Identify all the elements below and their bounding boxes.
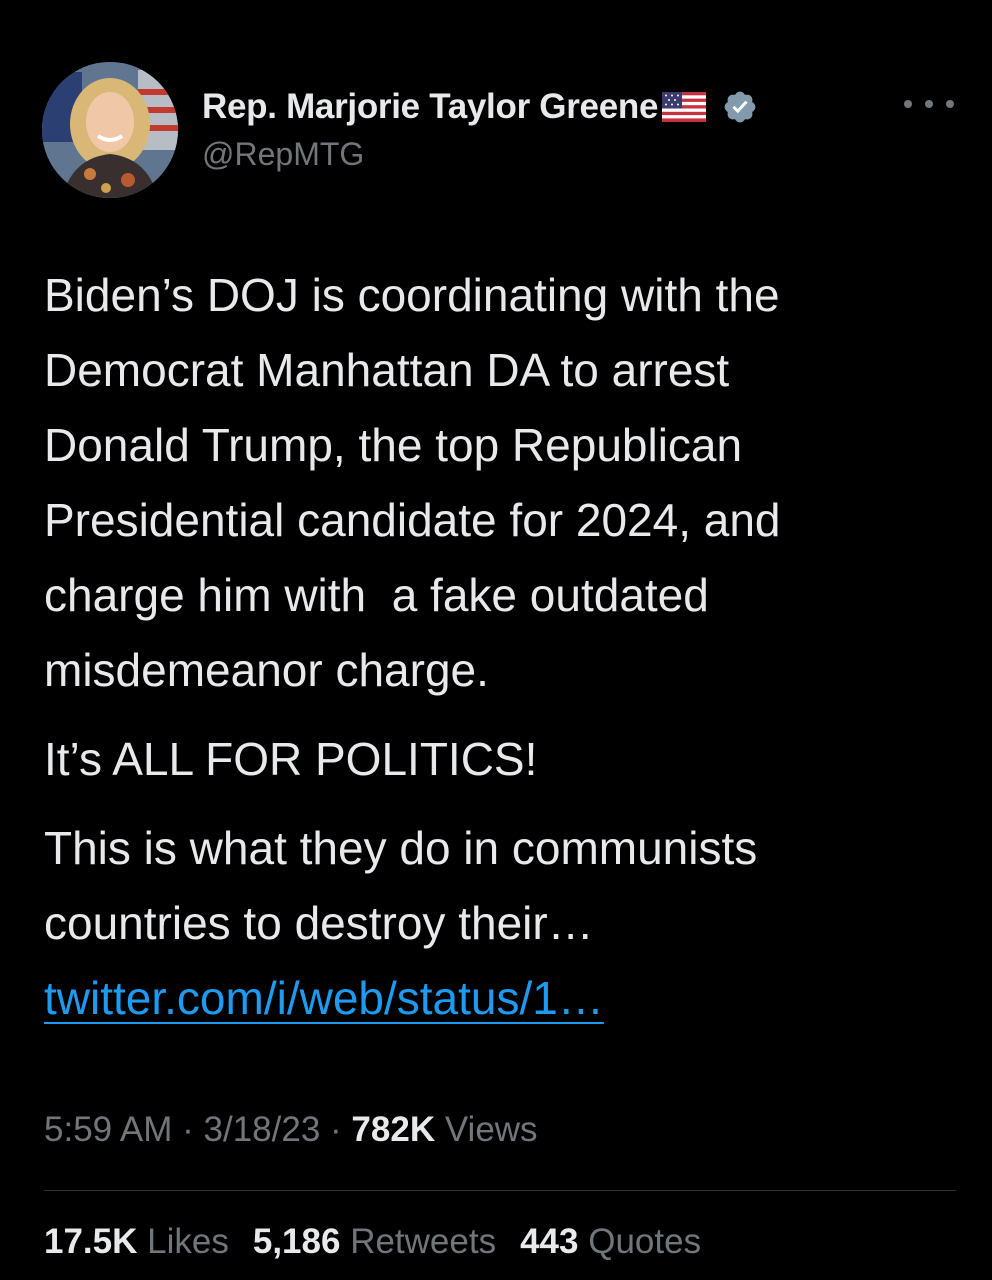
quotes-label: Quotes: [588, 1222, 702, 1261]
quotes-stat[interactable]: 443 Quotes: [520, 1222, 701, 1262]
tweet-link[interactable]: twitter.com/i/web/status/1…: [44, 972, 604, 1024]
author-handle[interactable]: @RepMTG: [202, 136, 364, 173]
views-label: Views: [444, 1110, 538, 1149]
engagement-stats: 17.5K Likes 5,186 Retweets 443 Quotes: [44, 1222, 701, 1262]
tweet-paragraph: Biden’s DOJ is coordinating with the Dem…: [44, 269, 781, 696]
us-flag-icon: [662, 92, 707, 122]
tweet-meta: 5:59 AM · 3/18/23 · 782K Views: [44, 1110, 538, 1150]
tweet-time[interactable]: 5:59 AM: [44, 1110, 172, 1149]
likes-label: Likes: [147, 1222, 229, 1261]
likes-stat[interactable]: 17.5K Likes: [44, 1222, 229, 1262]
views-count: 782K: [351, 1110, 436, 1149]
avatar[interactable]: [42, 62, 178, 198]
retweets-label: Retweets: [350, 1222, 497, 1261]
retweets-stat[interactable]: 5,186 Retweets: [253, 1222, 496, 1262]
meta-separator: ·: [320, 1110, 352, 1149]
quotes-count: 443: [520, 1222, 579, 1261]
divider: [44, 1190, 956, 1191]
retweets-count: 5,186: [252, 1222, 341, 1261]
likes-count: 17.5K: [44, 1222, 138, 1261]
avatar-photo: [42, 62, 178, 198]
author-name-row[interactable]: Rep. Marjorie Taylor Greene: [202, 84, 758, 130]
author-display-name[interactable]: Rep. Marjorie Taylor Greene: [202, 87, 658, 127]
tweet-paragraph: It’s ALL FOR POLITICS!: [44, 733, 538, 785]
meta-separator: ·: [172, 1110, 204, 1149]
tweet-text: Biden’s DOJ is coordinating with the Dem…: [44, 258, 964, 1036]
tweet-date[interactable]: 3/18/23: [204, 1110, 321, 1149]
more-options-icon[interactable]: [904, 92, 954, 116]
verified-badge-icon: [722, 89, 758, 125]
tweet-paragraph: This is what they do in communists count…: [44, 822, 758, 949]
tweet-detail: Rep. Marjorie Taylor Greene @RepMTG Bide…: [0, 0, 992, 1280]
